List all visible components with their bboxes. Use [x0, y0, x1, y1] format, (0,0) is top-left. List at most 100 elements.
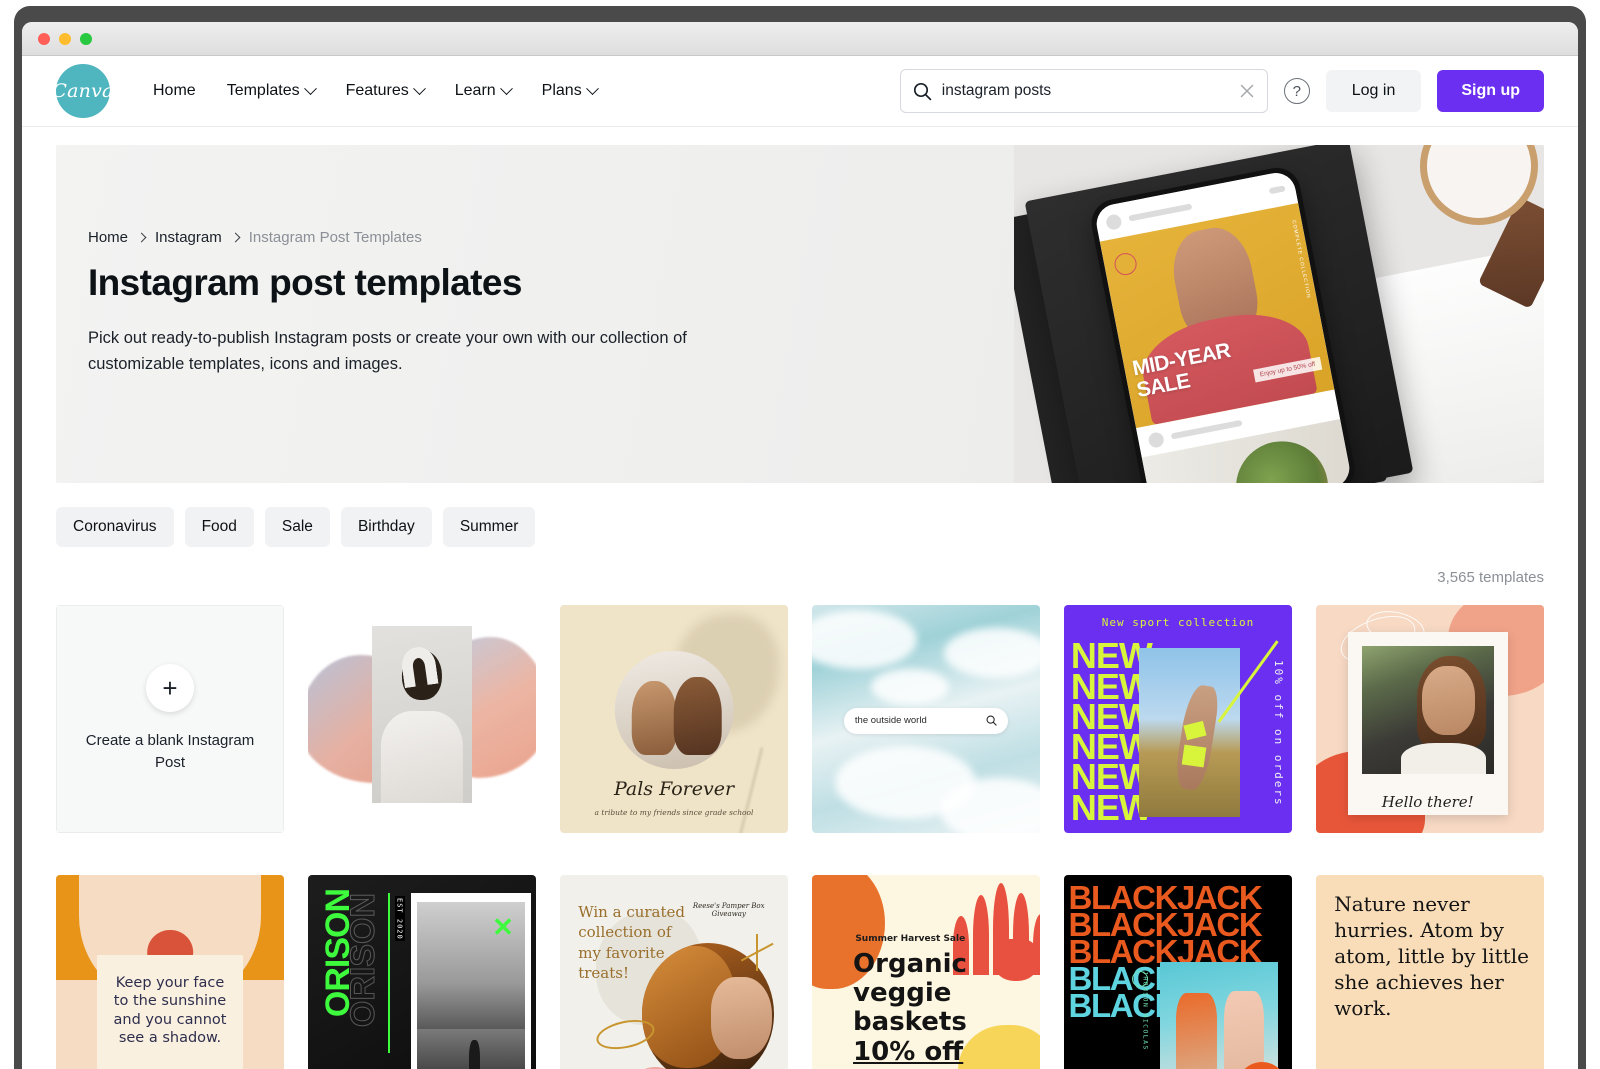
traffic-lights — [38, 33, 92, 45]
person-one — [1176, 993, 1217, 1069]
search-icon — [986, 715, 997, 726]
search-icon — [913, 82, 931, 100]
help-icon[interactable]: ? — [1283, 78, 1310, 104]
create-blank-card[interactable]: + Create a blank Instagram Post — [56, 605, 284, 833]
badge-stamp-icon — [1112, 251, 1139, 277]
site-header: Canva Home Templates Features Learn Plan… — [22, 56, 1578, 127]
card-kicker: Reese's Pamper Box Giveaway — [692, 902, 765, 919]
clear-search-icon[interactable] — [1239, 83, 1255, 99]
nav-item-templates[interactable]: Templates — [214, 74, 328, 108]
athlete-photo — [1139, 648, 1240, 818]
template-card-nature-quote[interactable]: Nature never hurries. Atom by atom, litt… — [1316, 875, 1544, 1069]
chevron-down-icon — [412, 81, 426, 95]
template-card-pals-forever[interactable]: Pals Forever a tribute to my friends sin… — [560, 605, 788, 833]
minimize-window-button[interactable] — [59, 33, 71, 45]
avatar — [1147, 430, 1165, 449]
model-arm — [399, 644, 439, 689]
nav-item-features[interactable]: Features — [333, 74, 437, 108]
main-navigation: Home Templates Features Learn Plans — [140, 74, 610, 108]
search-box[interactable] — [899, 69, 1268, 113]
nav-item-label: Home — [153, 82, 196, 99]
breadcrumb: Home Instagram Instagram Post Templates — [88, 229, 708, 246]
brand-word-outline: ORISON — [344, 893, 383, 1028]
template-grid-row-1: + Create a blank Instagram Post Pals For… — [22, 587, 1578, 833]
polaroid-caption: Hello there! — [1381, 793, 1474, 812]
plus-icon: + — [146, 664, 194, 713]
search-input[interactable] — [941, 82, 1239, 100]
template-thumbnail: Keep your face to the sunshine and you c… — [56, 875, 284, 1069]
results-count-row: 3,565 templates — [22, 547, 1578, 587]
template-thumbnail: Hello there! — [1316, 605, 1544, 833]
model-outfit — [380, 710, 464, 804]
template-grid-row-2: Keep your face to the sunshine and you c… — [22, 857, 1578, 1069]
template-card-hello-there[interactable]: Hello there! — [1316, 605, 1544, 833]
filter-chip-sale[interactable]: Sale — [264, 507, 330, 547]
nav-item-label: Learn — [454, 82, 496, 99]
template-count: 3,565 templates — [1437, 569, 1544, 586]
person-two — [1223, 990, 1265, 1069]
placeholder-line — [1170, 419, 1243, 440]
card-side-text: 10% off on orders — [1272, 659, 1286, 807]
card-header-text: New sport collection — [1101, 616, 1255, 630]
artist-name: JHONSON NICOLAS — [1141, 970, 1150, 1051]
plus-glyph: + — [162, 673, 178, 704]
sea-foam — [871, 668, 949, 706]
person-silhouette — [468, 1040, 480, 1069]
filter-chip-food[interactable]: Food — [184, 507, 254, 547]
template-thumbnail — [308, 605, 536, 833]
template-card-outside-world[interactable]: the outside world — [812, 605, 1040, 833]
breadcrumb-item-current: Instagram Post Templates — [248, 229, 422, 246]
chevron-down-icon — [499, 81, 513, 95]
template-thumbnail: the outside world — [812, 605, 1040, 833]
page-title: Instagram post templates — [88, 262, 522, 303]
breadcrumb-item-instagram[interactable]: Instagram — [155, 229, 222, 246]
template-card-organic-veggie[interactable]: Summer Harvest Sale Organic veggie baske… — [812, 875, 1040, 1069]
salad-bowl — [1228, 433, 1336, 483]
template-thumbnail: Nature never hurries. Atom by atom, litt… — [1316, 875, 1544, 1069]
filter-chip-summer[interactable]: Summer — [442, 507, 536, 547]
window-titlebar — [22, 22, 1578, 56]
search-pill-text: the outside world — [854, 715, 927, 727]
template-thumbnail: Win a curated collection of my favorite … — [560, 875, 788, 1069]
polaroid-frame: Hello there! — [1347, 632, 1508, 815]
signup-button[interactable]: Sign up — [1437, 70, 1544, 112]
close-window-button[interactable] — [38, 33, 50, 45]
polaroid-photo — [1361, 646, 1494, 774]
template-thumbnail: Pals Forever a tribute to my friends sin… — [560, 605, 788, 833]
login-button[interactable]: Log in — [1325, 70, 1422, 112]
green-rule — [387, 893, 390, 1053]
filter-chip-birthday[interactable]: Birthday — [340, 507, 432, 547]
card-headline: Organic veggie baskets 10% off — [853, 950, 994, 1066]
quote-panel: Keep your face to the sunshine and you c… — [97, 954, 243, 1069]
post-side-text: COMPLETE COLLECTION — [1290, 219, 1312, 300]
offer-text: 10% off — [853, 1036, 964, 1067]
model-photo — [371, 625, 473, 804]
canva-logo[interactable]: Canva — [52, 64, 113, 118]
chevron-down-icon — [303, 81, 317, 95]
quote-text: Keep your face to the sunshine and you c… — [113, 974, 227, 1047]
friend-one — [631, 681, 677, 755]
card-kicker: Summer Harvest Sale — [855, 934, 966, 945]
template-thumbnail: New sport collection NEW NEW NEW NEW NEW… — [1064, 605, 1292, 833]
athlete-shorts — [1182, 744, 1207, 768]
sparkle-icon — [738, 934, 774, 972]
filter-chip-coronavirus[interactable]: Coronavirus — [56, 507, 174, 547]
sea-foam — [944, 627, 1040, 678]
template-card-new-sport-collection[interactable]: New sport collection NEW NEW NEW NEW NEW… — [1064, 605, 1292, 833]
desktop-background: Canva Home Templates Features Learn Plan… — [0, 0, 1600, 1069]
template-thumbnail: Summer Harvest Sale Organic veggie baske… — [812, 875, 1040, 1069]
placeholder-line — [1268, 185, 1286, 195]
nav-item-plans[interactable]: Plans — [529, 74, 610, 108]
quote-text: Nature never hurries. Atom by atom, litt… — [1334, 891, 1529, 1020]
template-card-curated-treats[interactable]: Win a curated collection of my favorite … — [560, 875, 788, 1069]
template-card-orison[interactable]: ORISON ORISON EST 2020 ✕ — [308, 875, 536, 1069]
template-card-sunshine-quote[interactable]: Keep your face to the sunshine and you c… — [56, 875, 284, 1069]
breadcrumb-item-home[interactable]: Home — [88, 229, 128, 246]
zoom-window-button[interactable] — [80, 33, 92, 45]
nav-item-home[interactable]: Home — [140, 74, 209, 108]
template-card-watercolor-fashion[interactable] — [308, 605, 536, 833]
nav-item-learn[interactable]: Learn — [442, 74, 524, 108]
template-card-blackjack[interactable]: BLACKJACK BLACKJACK BLACKJACK BLACKJACK … — [1064, 875, 1292, 1069]
model-shirt — [1401, 743, 1486, 774]
chevron-right-icon — [136, 232, 147, 243]
